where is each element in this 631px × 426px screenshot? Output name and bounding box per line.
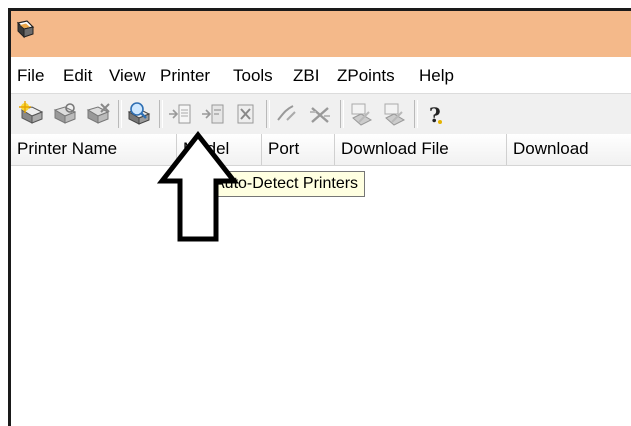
toolbar-separator (414, 100, 418, 128)
menu-zbi[interactable]: ZBI (293, 66, 319, 86)
printer-list[interactable] (11, 166, 631, 426)
send-file-icon[interactable] (166, 100, 194, 128)
toolbar-separator (159, 100, 163, 128)
new-printer-icon[interactable] (18, 100, 46, 128)
column-header-printer-name[interactable]: Printer Name (11, 134, 177, 165)
auto-detect-printers-icon[interactable] (125, 100, 153, 128)
title-bar[interactable] (11, 11, 631, 57)
menu-file[interactable]: File (17, 66, 44, 86)
cancel-job-icon[interactable] (232, 100, 260, 128)
app-icon (15, 19, 37, 41)
help-icon[interactable]: ? (421, 100, 449, 128)
disconnect-icon[interactable] (306, 100, 334, 128)
column-header-port[interactable]: Port (262, 134, 335, 165)
toolbar-separator (340, 100, 344, 128)
epl-icon[interactable] (347, 100, 375, 128)
app-window: File Edit View Printer Tools ZBI ZPoints… (8, 8, 631, 426)
toolbar: ? (11, 93, 631, 135)
printer-properties-icon[interactable] (51, 100, 79, 128)
menu-bar: File Edit View Printer Tools ZBI ZPoints… (11, 57, 631, 93)
toolbar-separator (118, 100, 122, 128)
menu-edit[interactable]: Edit (63, 66, 92, 86)
menu-printer[interactable]: Printer (160, 66, 210, 86)
column-header-download[interactable]: Download (507, 134, 631, 165)
toolbar-separator (266, 100, 270, 128)
zpl-icon[interactable] (380, 100, 408, 128)
printer-list-header: Printer Name Model Port Download File Do… (11, 134, 631, 166)
menu-help[interactable]: Help (419, 66, 454, 86)
up-arrow-icon (157, 131, 239, 242)
menu-zpoints[interactable]: ZPoints (337, 66, 395, 86)
column-header-download-file[interactable]: Download File (335, 134, 507, 165)
menu-tools[interactable]: Tools (233, 66, 273, 86)
send-command-icon[interactable] (199, 100, 227, 128)
delete-printer-icon[interactable] (84, 100, 112, 128)
menu-view[interactable]: View (109, 66, 146, 86)
connect-icon[interactable] (273, 100, 301, 128)
